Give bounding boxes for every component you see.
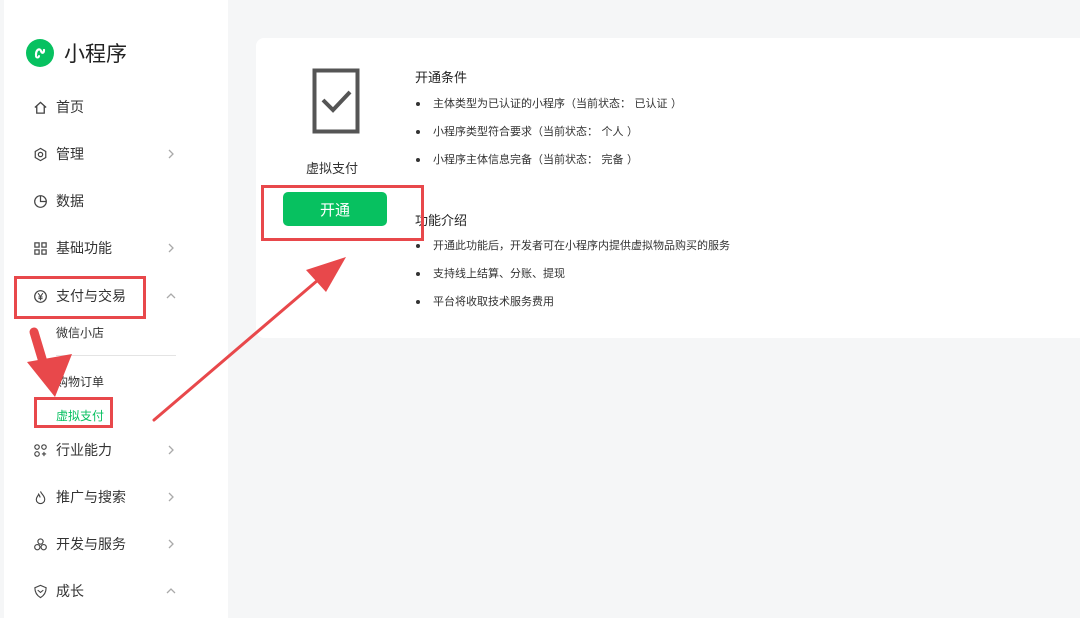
sidebar-item-data[interactable]: 数据 (4, 186, 228, 216)
sidebar-item-label: 推广与搜索 (56, 490, 126, 506)
highlight-box-activate (261, 185, 424, 241)
chevron-right-icon (168, 243, 174, 253)
sidebar-item-label: 基础功能 (56, 241, 112, 257)
chevron-up-icon (166, 293, 176, 299)
list-item: 平台将收取技术服务费用 (415, 295, 730, 323)
pie-chart-icon (32, 193, 48, 209)
sidebar-item-manage[interactable]: 管理 (4, 139, 228, 169)
shield-icon (32, 583, 48, 599)
intro-list: 开通此功能后，开发者可在小程序内提供虚拟物品购买的服务 支持线上结算、分账、提现… (415, 239, 730, 323)
home-icon (32, 99, 48, 115)
flame-icon (32, 489, 48, 505)
sidebar-item-growth[interactable]: 成长 (4, 576, 228, 606)
sidebar-item-label: 开发与服务 (56, 537, 126, 553)
chevron-up-icon (166, 588, 176, 594)
conditions-list: 主体类型为已认证的小程序（当前状态： 已认证 ） 小程序类型符合要求（当前状态：… (415, 97, 682, 181)
settings-icon (32, 146, 48, 162)
brand-title: 小程序 (64, 42, 127, 66)
brand[interactable]: 小程序 (26, 38, 127, 68)
list-item: 支持线上结算、分账、提现 (415, 267, 730, 295)
sidebar-subitem-shopping-orders[interactable]: 购物订单 (56, 373, 104, 390)
chevron-right-icon (168, 492, 174, 502)
sidebar-item-promotion[interactable]: 推广与搜索 (4, 482, 228, 512)
sidebar-item-development[interactable]: 开发与服务 (4, 529, 228, 559)
chevron-right-icon (168, 149, 174, 159)
list-item: 开通此功能后，开发者可在小程序内提供虚拟物品购买的服务 (415, 239, 730, 267)
chevron-right-icon (168, 445, 174, 455)
sidebar-item-industry[interactable]: 行业能力 (4, 435, 228, 465)
sidebar-item-home[interactable]: 首页 (4, 92, 228, 122)
feature-name: 虚拟支付 (306, 162, 359, 177)
list-item: 主体类型为已认证的小程序（当前状态： 已认证 ） (415, 97, 682, 125)
sidebar-item-basic-features[interactable]: 基础功能 (4, 233, 228, 263)
grid-icon (32, 240, 48, 256)
chevron-right-icon (168, 539, 174, 549)
sidebar-item-label: 管理 (56, 147, 84, 163)
mini-program-logo-icon (26, 39, 54, 67)
checkbox-document-icon (312, 68, 360, 134)
sidebar-item-label: 成长 (56, 584, 84, 600)
highlight-box-payment (14, 276, 146, 319)
list-item: 小程序类型符合要求（当前状态： 个人 ） (415, 125, 682, 153)
sidebar-item-label: 数据 (56, 194, 84, 210)
highlight-box-virtual-payment (34, 397, 113, 428)
sidebar-subitem-wechat-shop[interactable]: 微信小店 (56, 324, 104, 341)
apps-icon (32, 442, 48, 458)
conditions-title: 开通条件 (415, 71, 468, 86)
sidebar-item-label: 首页 (56, 100, 84, 116)
list-item: 小程序主体信息完备（当前状态： 完备 ） (415, 153, 682, 181)
circles-icon (32, 536, 48, 552)
sidebar-item-label: 行业能力 (56, 443, 112, 459)
sidebar-divider (56, 355, 176, 356)
